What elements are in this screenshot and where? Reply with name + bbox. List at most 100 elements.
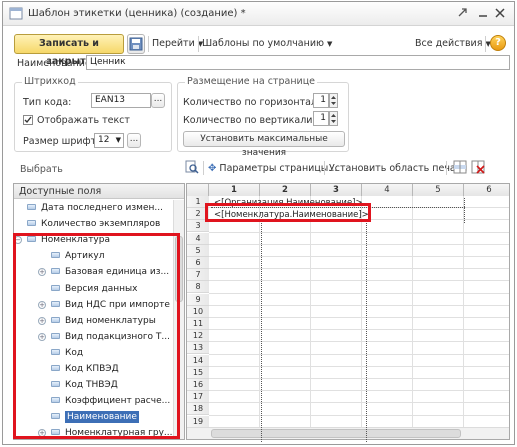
sheet-cell[interactable] — [464, 208, 509, 221]
sheet-cell[interactable] — [464, 281, 509, 294]
sheet-cell[interactable] — [311, 366, 362, 379]
sheet-cell[interactable] — [362, 391, 413, 404]
row-header[interactable]: 15 — [187, 366, 209, 379]
sheet-hscrollbar[interactable] — [187, 427, 509, 439]
row-header[interactable]: 16 — [187, 379, 209, 391]
sheet-cell[interactable] — [209, 318, 260, 331]
sheet-cell[interactable] — [311, 232, 362, 245]
ellipsis-button[interactable]: ... — [151, 93, 165, 108]
sheet-cell[interactable] — [362, 281, 413, 294]
sheet-cell[interactable] — [209, 379, 260, 392]
sheet-cell[interactable] — [260, 366, 311, 379]
sheet-cell[interactable] — [464, 403, 509, 416]
sheet-cell[interactable] — [362, 342, 413, 355]
row-header[interactable]: 6 — [187, 257, 209, 269]
sheet-cell[interactable] — [464, 245, 509, 257]
goto-menu[interactable]: Перейти ▼ — [152, 38, 203, 49]
sheet-cell[interactable] — [464, 391, 509, 404]
sheet-cell[interactable] — [464, 269, 509, 282]
row-header[interactable]: 14 — [187, 354, 209, 367]
row-header[interactable]: 11 — [187, 318, 209, 330]
sheet-cell[interactable] — [413, 208, 464, 221]
sheet-cell[interactable] — [260, 244, 311, 257]
sheet-cell[interactable] — [464, 294, 509, 306]
sheet-cell[interactable] — [464, 233, 509, 245]
sheet-cell[interactable] — [464, 379, 509, 392]
column-header[interactable]: 4 — [362, 184, 413, 196]
sheet-cell[interactable] — [260, 293, 311, 306]
save-and-close-button[interactable]: Записать и закрыть — [14, 34, 124, 67]
templates-menu[interactable]: Шаблоны по умолчанию ▼ — [202, 38, 332, 49]
sheet-cell[interactable] — [464, 342, 509, 355]
sheet-cell[interactable] — [260, 281, 311, 294]
sheet-cell[interactable] — [362, 232, 413, 245]
select-link[interactable]: Выбрать — [20, 164, 63, 175]
sheet-cell[interactable] — [209, 305, 260, 318]
sheet-cell[interactable] — [362, 354, 413, 367]
sheet-cell[interactable] — [413, 269, 464, 282]
insert-row-icon[interactable] — [453, 160, 467, 174]
column-header[interactable]: 3 — [311, 184, 362, 196]
sheet-cell[interactable] — [209, 293, 260, 306]
sheet-cell[interactable] — [260, 257, 311, 270]
sheet-cell[interactable] — [260, 415, 311, 428]
sheet-cell[interactable] — [260, 403, 311, 416]
sheet-cell[interactable] — [413, 293, 464, 306]
name-input[interactable]: Ценник — [86, 55, 510, 70]
sheet-cell[interactable] — [260, 379, 311, 392]
row-header[interactable]: 7 — [187, 269, 209, 282]
sheet-cell[interactable] — [413, 379, 464, 392]
row-header[interactable]: 3 — [187, 220, 209, 233]
sheet-cell[interactable] — [413, 244, 464, 257]
sheet-cell[interactable] — [209, 220, 260, 233]
sheet-cell[interactable] — [464, 220, 509, 233]
sheet-cell[interactable] — [362, 330, 413, 343]
sheet-cell[interactable] — [311, 379, 362, 392]
sheet-cell[interactable] — [209, 354, 260, 367]
sheet-cell[interactable] — [209, 244, 260, 257]
row-header[interactable]: 8 — [187, 281, 209, 294]
sheet-cell[interactable] — [362, 269, 413, 282]
column-header[interactable]: 5 — [413, 184, 464, 196]
sheet-cell[interactable] — [260, 342, 311, 355]
sheet-cell[interactable] — [413, 257, 464, 270]
sheet-cell[interactable] — [260, 305, 311, 318]
row-header[interactable]: 12 — [187, 330, 209, 343]
sheet-cell[interactable] — [464, 318, 509, 331]
close-icon[interactable] — [493, 7, 507, 21]
sheet-cell[interactable] — [362, 220, 413, 233]
sheet-cell[interactable] — [464, 306, 509, 318]
sheet-cell[interactable] — [260, 220, 311, 233]
sheet-cell[interactable] — [311, 220, 362, 233]
sheet-cell[interactable] — [362, 366, 413, 379]
sheet-cell[interactable] — [209, 257, 260, 270]
sheet-cell[interactable] — [362, 415, 413, 428]
sheet-cell[interactable] — [311, 354, 362, 367]
sheet-cell[interactable] — [464, 416, 509, 428]
sheet-cell[interactable] — [260, 354, 311, 367]
set-max-values-button[interactable]: Установить максимальные значения — [183, 131, 345, 158]
sheet-cell[interactable] — [413, 342, 464, 355]
sheet-cell[interactable] — [362, 244, 413, 257]
sheet-cell[interactable] — [311, 403, 362, 416]
column-header[interactable]: 6 — [464, 184, 509, 196]
sheet-cell[interactable] — [311, 293, 362, 306]
sheet-cell[interactable] — [311, 305, 362, 318]
sheet-cell[interactable] — [413, 391, 464, 404]
sheet-cell[interactable] — [413, 305, 464, 318]
font-size-input[interactable]: 12 ▼ — [94, 133, 124, 148]
link-icon[interactable] — [456, 7, 470, 21]
row-header[interactable]: 19 — [187, 415, 209, 428]
column-header[interactable]: 2 — [260, 184, 311, 196]
row-header[interactable]: 13 — [187, 342, 209, 355]
font-size-ellipsis-button[interactable]: ... — [127, 133, 141, 148]
sheet-cell[interactable] — [311, 269, 362, 282]
delete-row-icon[interactable] — [471, 160, 485, 174]
sheet-cell[interactable] — [413, 330, 464, 343]
sheet-cell[interactable] — [260, 330, 311, 343]
tree-item[interactable]: Дата последнего измен... — [14, 200, 179, 216]
sheet-cell[interactable] — [311, 415, 362, 428]
sheet-cell[interactable] — [209, 281, 260, 294]
sheet-cell[interactable] — [311, 391, 362, 404]
sheet-cell[interactable] — [362, 403, 413, 416]
